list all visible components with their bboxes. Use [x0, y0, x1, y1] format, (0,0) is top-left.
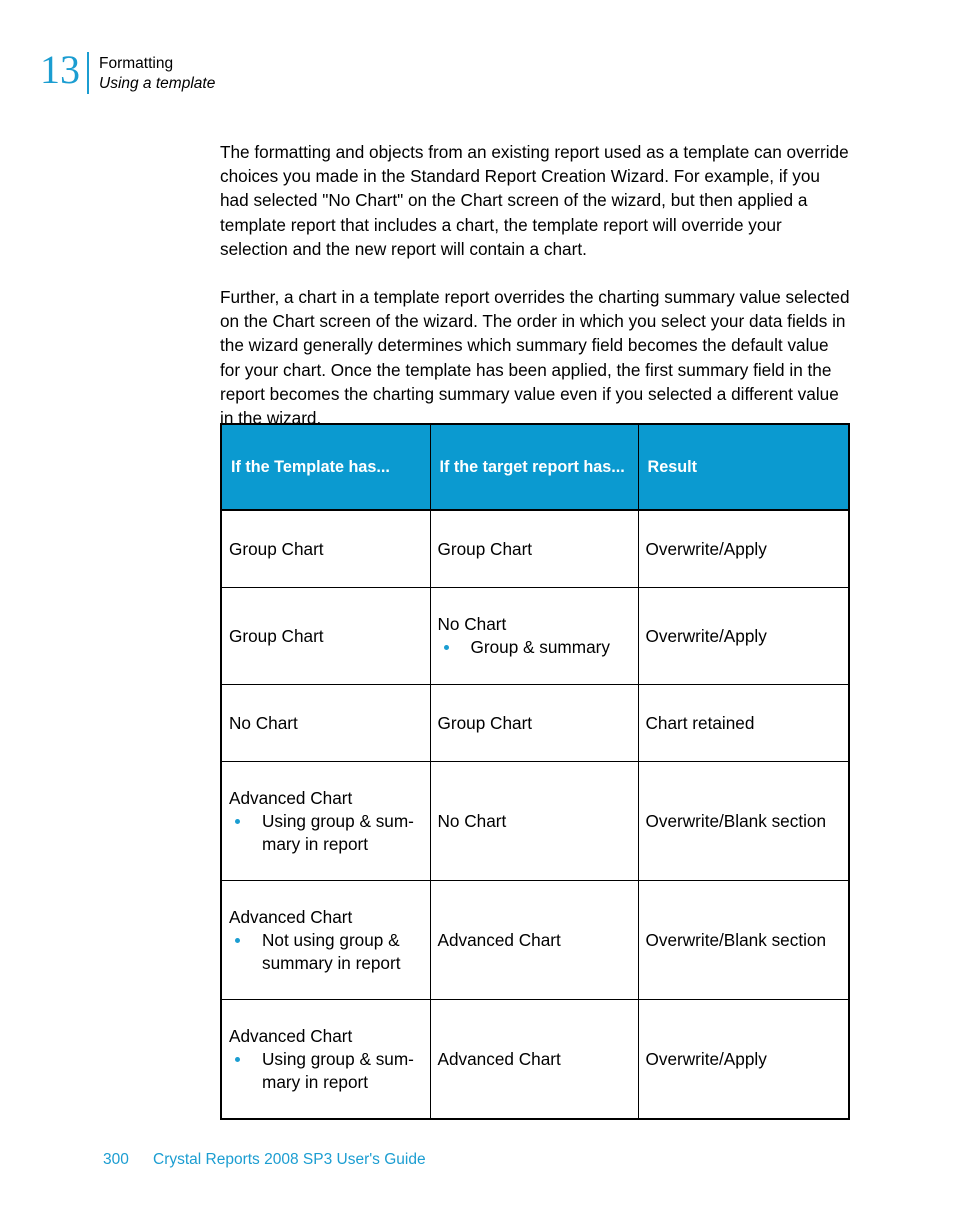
- list-item-label: Using group & sum-mary in report: [262, 1048, 414, 1092]
- page-footer: 300 Crystal Reports 2008 SP3 User's Guid…: [103, 1150, 426, 1170]
- cell-title: Group Chart: [229, 538, 324, 559]
- bullet-dot-icon: [235, 818, 240, 824]
- list-item-label: Using group & sum-mary in report: [262, 810, 414, 854]
- cell-title: No Chart: [437, 810, 507, 831]
- cell-title: Advanced Chart: [229, 1025, 353, 1046]
- table-cell-result: Overwrite/Blank section: [637, 761, 850, 881]
- cell-title: Advanced Chart: [229, 906, 353, 927]
- bullet-dot-icon: [235, 937, 240, 943]
- table-cell-template: Advanced Chart Not using group & summary…: [220, 880, 431, 1000]
- table-cell-target: Group Chart: [429, 509, 639, 588]
- cell-title: Advanced Chart: [437, 929, 561, 950]
- page-body-content: The formatting and objects from an exist…: [220, 140, 852, 430]
- table-header-row: If the Template has... If the target rep…: [220, 423, 850, 511]
- cell-title: Group Chart: [437, 538, 533, 559]
- list-item: Using group & sum-mary in report: [229, 810, 421, 856]
- table-row: Group Chart Group Chart Overwrite/Apply: [220, 509, 850, 588]
- cell-title: No Chart: [437, 614, 507, 634]
- template-compatibility-table-wrapper: If the Template has... If the target rep…: [220, 423, 850, 1120]
- document-page: { "page": { "width": 954, "height": 1227…: [0, 0, 954, 1227]
- chapter-number: 13: [40, 47, 80, 92]
- table-row: Advanced Chart Using group & sum-mary in…: [220, 999, 850, 1120]
- table-row: Group Chart No Chart Group & summary Ove…: [220, 587, 850, 685]
- cell-title: Advanced Chart: [437, 1048, 561, 1069]
- table-cell-template: Group Chart: [220, 509, 431, 588]
- footer-page-number: 300: [103, 1151, 129, 1168]
- header-chapter-title: Formatting: [99, 55, 174, 72]
- table-cell-result: Overwrite/Apply: [637, 509, 850, 588]
- table-cell-template: Advanced Chart Using group & sum-mary in…: [220, 999, 431, 1120]
- table-cell-result: Chart retained: [637, 684, 850, 762]
- cell-title: Advanced Chart: [229, 787, 353, 808]
- table-cell-template: Advanced Chart Using group & sum-mary in…: [220, 761, 431, 881]
- header-section-title: Using a template: [99, 75, 216, 92]
- cell-bullet-list: Group & summary: [438, 636, 629, 659]
- table-cell-target: No Chart: [429, 761, 639, 881]
- cell-title: No Chart: [229, 712, 298, 733]
- cell-title: Group Chart: [229, 625, 324, 646]
- header-text-group: Formatting Using a template: [89, 48, 215, 94]
- list-item: Using group & sum-mary in report: [229, 1048, 421, 1094]
- footer-guide-title: Crystal Reports 2008 SP3 User's Guide: [153, 1151, 426, 1168]
- table-cell-result: Overwrite/Apply: [637, 587, 850, 685]
- list-item-label: Group & summary: [470, 637, 610, 657]
- template-compatibility-table: If the Template has... If the target rep…: [220, 423, 850, 1120]
- table-row: No Chart Group Chart Chart retained: [220, 684, 850, 762]
- body-paragraph-2: Further, a chart in a template report ov…: [220, 287, 850, 429]
- table-cell-result: Overwrite/Blank section: [637, 880, 850, 1000]
- table-header: If the Template has... If the target rep…: [220, 423, 850, 511]
- cell-bullet-list: Using group & sum-mary in report: [229, 1048, 421, 1094]
- table-cell-result: Overwrite/Apply: [637, 999, 850, 1120]
- table-row: Advanced Chart Not using group & summary…: [220, 880, 850, 1000]
- bullet-dot-icon: [235, 1056, 240, 1062]
- table-row: Advanced Chart Using group & sum-mary in…: [220, 761, 850, 881]
- table-body: Group Chart Group Chart Overwrite/Apply …: [220, 509, 850, 1120]
- table-cell-template: No Chart: [220, 684, 431, 762]
- list-item: Not using group & summary in report: [229, 929, 421, 975]
- table-cell-target: Advanced Chart: [429, 880, 639, 1000]
- list-item: Group & summary: [438, 636, 629, 659]
- table-cell-target: Advanced Chart: [429, 999, 639, 1120]
- body-paragraph-1: The formatting and objects from an exist…: [220, 142, 849, 259]
- table-cell-target: No Chart Group & summary: [429, 587, 639, 685]
- bullet-dot-icon: [443, 645, 449, 650]
- page-running-header: 13 Formatting Using a template: [40, 48, 215, 94]
- table-header-cell-target: If the target report has...: [429, 423, 639, 511]
- table-header-cell-template: If the Template has...: [220, 423, 431, 511]
- table-cell-template: Group Chart: [220, 587, 431, 685]
- cell-title: Group Chart: [437, 712, 533, 733]
- cell-bullet-list: Not using group & summary in report: [229, 929, 421, 975]
- list-item-label: Not using group & summary in report: [262, 929, 401, 973]
- cell-bullet-list: Using group & sum-mary in report: [229, 810, 421, 856]
- table-cell-target: Group Chart: [429, 684, 639, 762]
- table-header-cell-result: Result: [637, 423, 850, 511]
